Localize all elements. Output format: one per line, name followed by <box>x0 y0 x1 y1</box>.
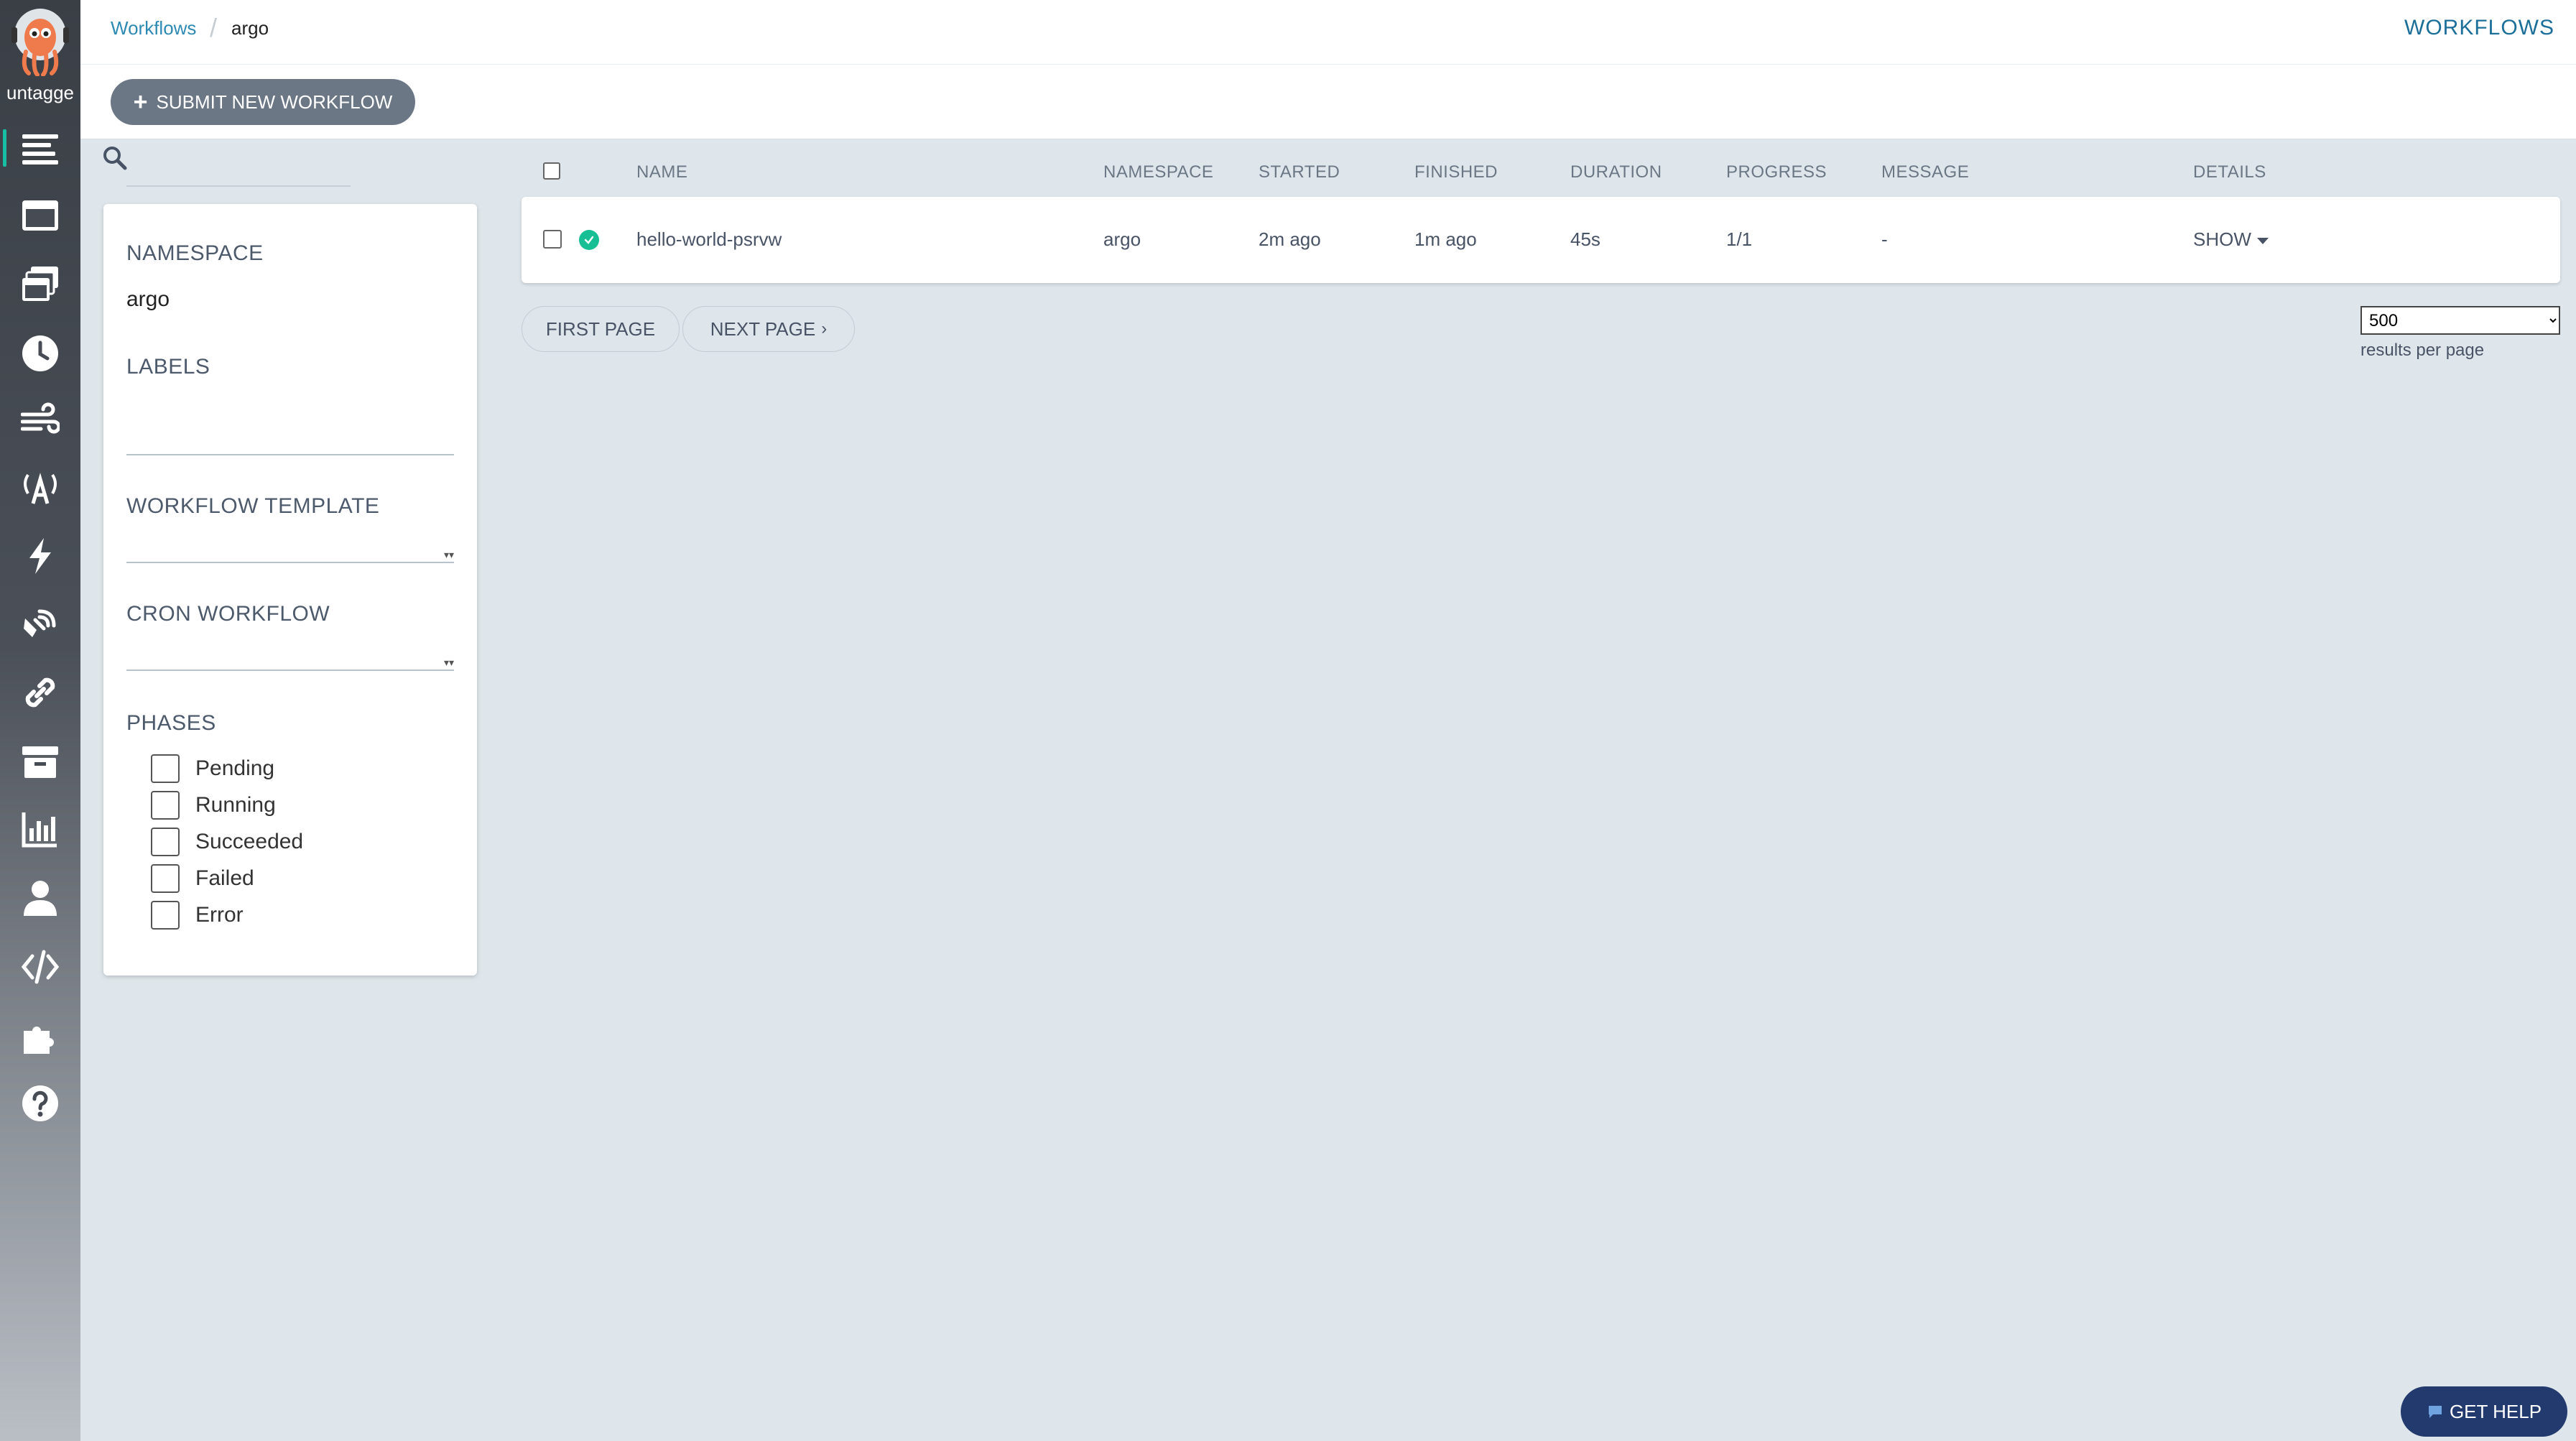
phase-checkbox[interactable] <box>151 901 180 930</box>
column-header-duration: DURATION <box>1570 162 1662 182</box>
workflow-message: - <box>1881 228 1888 250</box>
breadcrumb-current: argo <box>231 17 269 39</box>
submit-new-workflow-button[interactable]: + SUBMIT NEW WORKFLOW <box>111 79 415 125</box>
next-page-button[interactable]: NEXT PAGE › <box>682 306 855 352</box>
workflows-icon[interactable] <box>0 119 80 177</box>
event-sources-icon[interactable] <box>0 460 80 517</box>
workflow-duration: 45s <box>1570 228 1600 250</box>
chevron-right-icon: › <box>821 319 828 338</box>
results-per-page-select[interactable]: 500 <box>2360 306 2560 335</box>
namespace-value[interactable]: argo <box>126 287 170 312</box>
get-help-button[interactable]: GET HELP <box>2401 1386 2567 1437</box>
cron-workflows-icon[interactable] <box>0 325 80 382</box>
row-checkbox[interactable] <box>543 230 562 249</box>
column-header-namespace: NAMESPACE <box>1103 162 1214 182</box>
help-icon[interactable] <box>0 1075 80 1132</box>
cron-workflow-heading: CRON WORKFLOW <box>126 602 330 626</box>
breadcrumb-workflows-link[interactable]: Workflows <box>111 17 196 40</box>
chat-icon <box>2428 1406 2442 1418</box>
filter-panel: NAMESPACE argo LABELS WORKFLOW TEMPLATE … <box>103 204 477 976</box>
show-details-label: SHOW <box>2193 228 2251 250</box>
phase-label: Pending <box>195 756 275 780</box>
phase-failed[interactable]: Failed <box>151 864 254 893</box>
column-header-progress: PROGRESS <box>1726 162 1827 182</box>
argo-logo[interactable] <box>7 6 73 77</box>
caret-down-icon <box>2256 237 2269 244</box>
event-flow-icon[interactable] <box>0 392 80 450</box>
get-help-label: GET HELP <box>2449 1400 2542 1422</box>
phase-label: Succeeded <box>195 830 304 853</box>
first-page-button[interactable]: FIRST PAGE <box>522 306 680 352</box>
column-header-finished: FINISHED <box>1414 162 1498 182</box>
workflow-name[interactable]: hello-world-psrvw <box>636 228 782 251</box>
search-input[interactable] <box>126 149 351 187</box>
show-details-button[interactable]: SHOW <box>2193 228 2269 251</box>
breadcrumb-separator: / <box>210 13 218 42</box>
column-header-details: DETAILS <box>2193 162 2266 182</box>
phases-heading: PHASES <box>126 711 216 735</box>
sidebar: untagge <box>0 0 80 1441</box>
next-page-label: NEXT PAGE <box>710 318 816 340</box>
workflow-finished: 1m ago <box>1414 228 1477 250</box>
phase-checkbox[interactable] <box>151 828 180 856</box>
column-header-name: NAME <box>636 162 688 182</box>
plugins-icon[interactable] <box>0 1007 80 1065</box>
phase-label: Running <box>195 793 276 817</box>
reports-icon[interactable] <box>0 800 80 858</box>
links-icon[interactable] <box>0 664 80 721</box>
phase-succeeded[interactable]: Succeeded <box>151 828 303 856</box>
search-icon <box>103 147 127 170</box>
succeeded-status-icon <box>579 230 599 250</box>
phase-checkbox[interactable] <box>151 791 180 820</box>
workflow-template-caret-icon[interactable]: ▾▾ <box>444 549 454 561</box>
results-per-page-label: results per page <box>2360 340 2485 360</box>
cron-workflow-select[interactable] <box>126 669 454 671</box>
phase-checkbox[interactable] <box>151 754 180 783</box>
workflow-started: 2m ago <box>1259 228 1321 250</box>
submit-button-label: SUBMIT NEW WORKFLOW <box>156 91 393 113</box>
labels-input[interactable] <box>126 454 454 455</box>
phase-label: Error <box>195 903 244 927</box>
cluster-workflow-templates-icon[interactable] <box>0 256 80 313</box>
workflow-templates-icon[interactable] <box>0 187 80 244</box>
column-header-started: STARTED <box>1259 162 1340 182</box>
workflow-template-heading: WORKFLOW TEMPLATE <box>126 494 380 518</box>
sensors-icon[interactable] <box>0 527 80 585</box>
cron-workflow-caret-icon[interactable]: ▾▾ <box>444 657 454 669</box>
column-header-message: MESSAGE <box>1881 162 1970 182</box>
action-bar: + SUBMIT NEW WORKFLOW <box>80 65 2576 139</box>
event-bus-icon[interactable] <box>0 596 80 654</box>
user-icon[interactable] <box>0 869 80 927</box>
labels-heading: LABELS <box>126 355 210 379</box>
phase-label: Failed <box>195 866 254 890</box>
phase-pending[interactable]: Pending <box>151 754 274 783</box>
page-title: WORKFLOWS <box>2404 16 2554 40</box>
select-all-checkbox[interactable] <box>543 162 560 180</box>
workflow-row[interactable]: hello-world-psrvw argo 2m ago 1m ago 45s… <box>522 197 2560 283</box>
api-docs-icon[interactable] <box>0 938 80 996</box>
phase-running[interactable]: Running <box>151 791 276 820</box>
workflow-progress: 1/1 <box>1726 228 1753 250</box>
version-label: untagge <box>6 82 74 103</box>
workflow-namespace: argo <box>1103 228 1141 250</box>
archived-workflows-icon[interactable] <box>0 733 80 790</box>
workflow-template-select[interactable] <box>126 562 454 563</box>
phase-checkbox[interactable] <box>151 864 180 893</box>
plus-icon: + <box>133 88 148 116</box>
namespace-heading: NAMESPACE <box>126 241 264 265</box>
top-bar: Workflows / argo WORKFLOWS <box>80 0 2576 65</box>
phase-error[interactable]: Error <box>151 901 244 930</box>
